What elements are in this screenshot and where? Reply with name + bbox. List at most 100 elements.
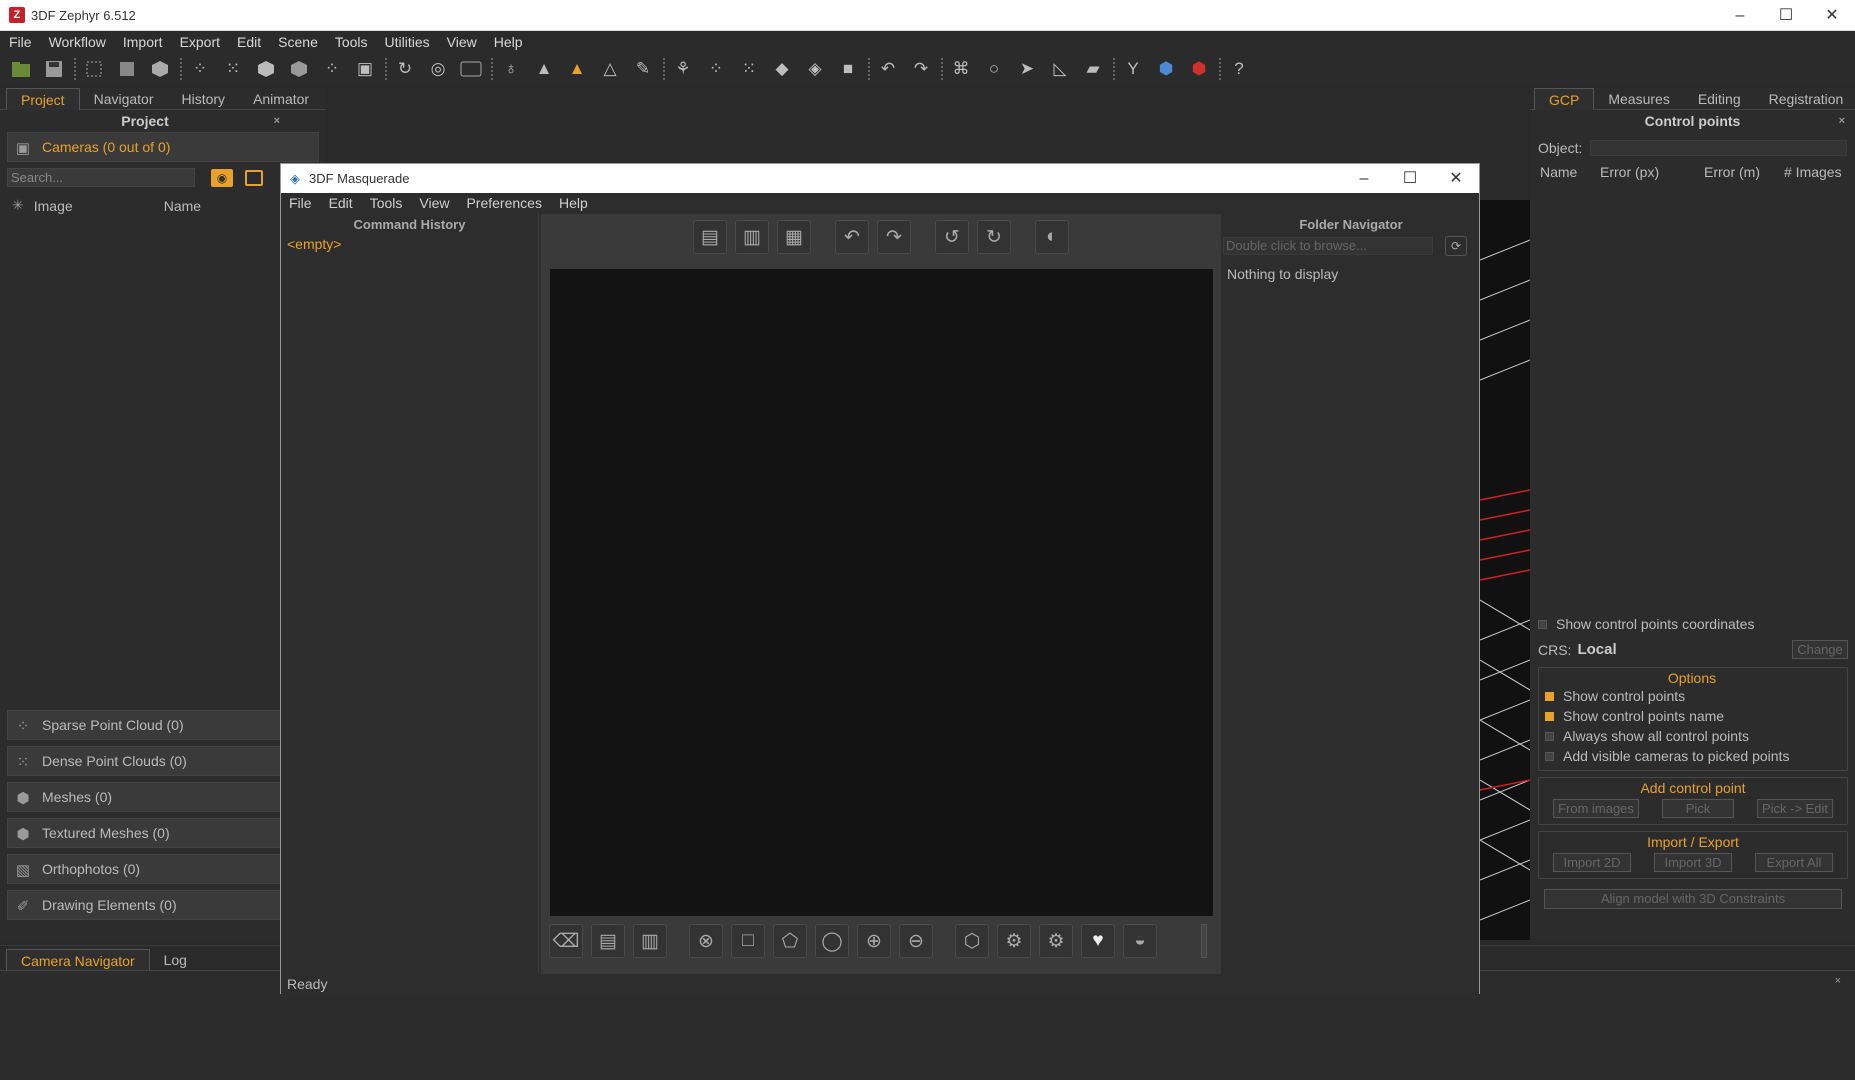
orbit-icon[interactable]: ◎	[425, 56, 451, 82]
align-model-button[interactable]: Align model with 3D Constraints	[1544, 889, 1842, 909]
tab-navigator[interactable]: Navigator	[80, 88, 168, 110]
column-image[interactable]: Image	[34, 198, 164, 214]
dots-icon[interactable]: ⁘	[703, 56, 729, 82]
minimize-button[interactable]: –	[1717, 0, 1763, 31]
calendar-icon[interactable]	[245, 169, 263, 186]
close-button[interactable]: ✕	[1809, 0, 1855, 31]
menu-utilities[interactable]: Utilities	[385, 34, 430, 50]
export-all-button[interactable]: Export All	[1755, 853, 1833, 872]
column-images[interactable]: # Images	[1784, 164, 1842, 180]
heart-mask-icon[interactable]: ♥	[1081, 924, 1115, 958]
tab-animator[interactable]: Animator	[239, 88, 323, 110]
menu-view[interactable]: View	[447, 34, 477, 50]
import-2d-button[interactable]: Import 2D	[1553, 853, 1631, 872]
option-check[interactable]	[1545, 751, 1554, 761]
menu-export[interactable]: Export	[180, 34, 220, 50]
eraser-icon[interactable]: ⌫	[549, 924, 583, 958]
mq-menu-tools[interactable]: Tools	[370, 195, 403, 211]
maximize-button[interactable]: ☐	[1763, 0, 1809, 31]
change-crs-button[interactable]: Change	[1792, 640, 1848, 659]
camera-search-input[interactable]: Search...	[7, 168, 195, 187]
help-icon[interactable]: ?	[1226, 56, 1252, 82]
column-name[interactable]: Name	[1540, 164, 1600, 180]
mask-canvas[interactable]	[550, 269, 1213, 916]
menu-help[interactable]: Help	[494, 34, 523, 50]
mesh-icon[interactable]	[253, 56, 279, 82]
camera-icon[interactable]: ▣	[352, 56, 378, 82]
column-error-px[interactable]: Error (px)	[1600, 164, 1704, 180]
light-icon[interactable]: ♁	[498, 56, 524, 82]
open-image-icon[interactable]: ▤	[693, 220, 727, 254]
tab-camera-navigator[interactable]: Camera Navigator	[6, 949, 150, 971]
tab-registration[interactable]: Registration	[1755, 88, 1855, 110]
mq-menu-file[interactable]: File	[289, 195, 312, 211]
contrast-icon[interactable]: ◐	[1035, 220, 1069, 254]
brush-icon[interactable]: ✎	[630, 56, 656, 82]
undo-icon[interactable]: ↶	[835, 220, 869, 254]
brush-size-slider[interactable]	[1201, 924, 1207, 958]
mq-menu-edit[interactable]: Edit	[329, 195, 353, 211]
masquerade-minimize-button[interactable]: –	[1341, 164, 1387, 193]
show-coords-check[interactable]	[1538, 619, 1547, 629]
cube-icon[interactable]: ◆	[769, 56, 795, 82]
column-error-m[interactable]: Error (m)	[1704, 164, 1784, 180]
lasso-icon[interactable]: ○	[981, 56, 1007, 82]
option-check[interactable]	[1545, 731, 1554, 741]
drawing-elements-section[interactable]: ✐ Drawing Elements (0)	[7, 890, 319, 920]
pick-button[interactable]: Pick	[1662, 799, 1734, 818]
ruler-icon[interactable]: ◺	[1047, 56, 1073, 82]
menu-import[interactable]: Import	[123, 34, 163, 50]
rotate-left-icon[interactable]: ↺	[935, 220, 969, 254]
sort-icon[interactable]: ✳	[12, 197, 24, 214]
open-folder-icon[interactable]	[8, 56, 34, 82]
object-select[interactable]	[1590, 140, 1847, 156]
redo-icon[interactable]: ↷	[908, 56, 934, 82]
zephyr-blue-icon[interactable]: ⬢	[1153, 56, 1179, 82]
textured-mesh-icon[interactable]	[286, 56, 312, 82]
box-icon[interactable]	[114, 56, 140, 82]
select-icon[interactable]: ⌘	[948, 56, 974, 82]
sparse-icon[interactable]: ⁘	[187, 56, 213, 82]
textured-meshes-section[interactable]: ⬢ Textured Meshes (0)	[7, 818, 319, 848]
refresh-icon[interactable]: ⟳	[1445, 236, 1467, 256]
column-name[interactable]: Name	[164, 198, 201, 214]
option-show-control-points[interactable]: Show control points	[1545, 686, 1839, 706]
document-icon[interactable]: ▤	[591, 924, 625, 958]
option-always-show-all[interactable]: Always show all control points	[1545, 726, 1839, 746]
menu-scene[interactable]: Scene	[278, 34, 318, 50]
cube-mask-icon[interactable]: ⬡	[955, 924, 989, 958]
tab-history[interactable]: History	[168, 88, 240, 110]
magic-settings-icon[interactable]: ⚙	[997, 924, 1031, 958]
save-as-icon[interactable]: ▦	[777, 220, 811, 254]
option-show-control-points-name[interactable]: Show control points name	[1545, 706, 1839, 726]
lasso-select-icon[interactable]: ◯	[815, 924, 849, 958]
rotate-icon[interactable]: ↻	[392, 56, 418, 82]
undo-icon[interactable]: ↶	[875, 56, 901, 82]
gcp-panel-close[interactable]: ×	[1839, 110, 1845, 132]
triangle-outline-icon[interactable]: △	[597, 56, 623, 82]
zephyr-red-icon[interactable]: ⬢	[1186, 56, 1212, 82]
add-camera-icon[interactable]: ◉	[211, 168, 233, 187]
dots-dense-icon[interactable]: ⁙	[736, 56, 762, 82]
tab-editing[interactable]: Editing	[1684, 88, 1755, 110]
pick-edit-button[interactable]: Pick -> Edit	[1757, 799, 1833, 818]
masquerade-maximize-button[interactable]: ☐	[1387, 164, 1433, 193]
save-mask-icon[interactable]: ▥	[735, 220, 769, 254]
mq-menu-help[interactable]: Help	[559, 195, 588, 211]
polygon-select-icon[interactable]: ⬠	[773, 924, 807, 958]
triangle-warning-icon[interactable]: ▲	[564, 56, 590, 82]
crop-icon[interactable]	[81, 56, 107, 82]
tab-log[interactable]: Log	[150, 949, 201, 971]
show-coords-checkbox[interactable]: Show control points coordinates	[1538, 614, 1848, 634]
document-copy-icon[interactable]: ▥	[633, 924, 667, 958]
sparse-point-cloud-section[interactable]: ⁘ Sparse Point Cloud (0)	[7, 710, 319, 740]
plane-icon[interactable]: ▰	[1080, 56, 1106, 82]
settings-icon[interactable]: ⚙	[1039, 924, 1073, 958]
pointcloud-icon[interactable]: ⁘	[319, 56, 345, 82]
filter-icon[interactable]: ⚘	[670, 56, 696, 82]
option-check[interactable]	[1545, 691, 1554, 701]
rectangle-select-icon[interactable]: □	[731, 924, 765, 958]
folder-path-input[interactable]: Double click to browse...	[1223, 237, 1433, 255]
option-add-visible-cameras[interactable]: Add visible cameras to picked points	[1545, 746, 1839, 766]
menu-tools[interactable]: Tools	[335, 34, 368, 50]
